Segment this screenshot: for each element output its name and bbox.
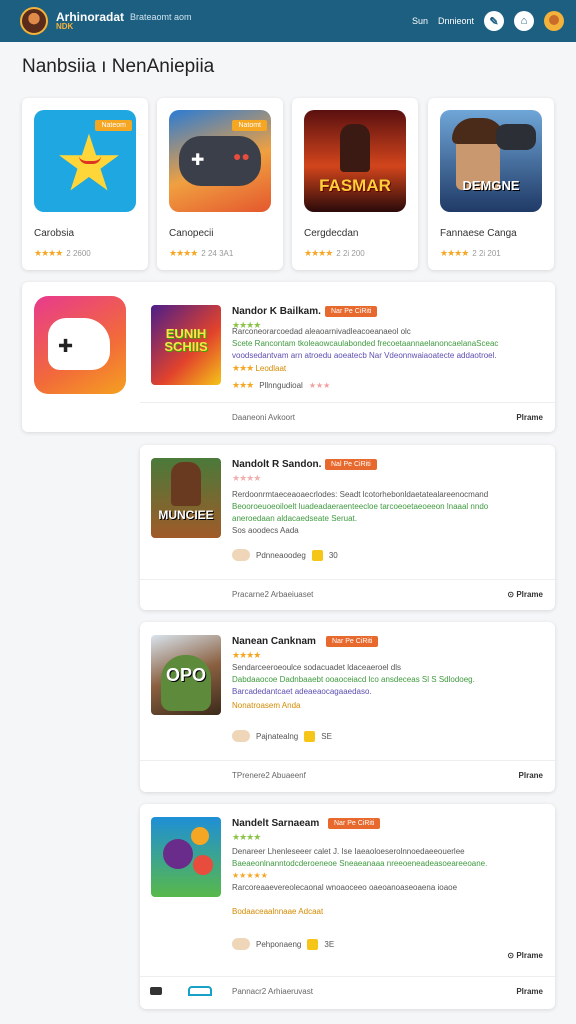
camera-icon[interactable] [150,987,162,995]
row-footer: ⊙ Plrame [140,940,555,970]
description-line: Denareer Lhenleseeer calet J. Ise Iaeaol… [232,847,465,856]
description-line: Dabdaaocoe Dadnbaaebt ooaoceiacd lco ans… [232,675,475,684]
rating: ★★★★ 2 24 3A1 [169,248,234,258]
game-title[interactable]: Fannaese Canga [440,228,517,239]
rating: ★★★★ 2 2i 201 [440,248,501,258]
sub-info: ★★★ Leodlaat [232,363,287,373]
sub-info: Bodaaceaalnnaae Adcaat [232,907,324,916]
thumbnail-title: DEMGNE [462,178,520,193]
gamepad-icon [496,124,536,150]
featured-card[interactable]: FASMAR Cergdecdan ★★★★ 2 2i 200 [292,98,418,270]
featured-card[interactable]: ★ Nateom Carobsia ★★★★ 2 2600 [22,98,148,270]
list-item[interactable]: MUNCIEE Nandolt R Sandon. Nal Pe CiRiti … [140,445,555,610]
game-thumbnail[interactable]: EUNIH SCHIIS [151,305,221,385]
list-item[interactable]: EUNIH SCHIIS Nandor K Bailkam. Nar Pe Ci… [140,292,555,432]
game-thumbnail[interactable]: DEMGNE [440,110,542,212]
game-title[interactable]: Canopecii [169,228,213,239]
gamepad-icon: ✚ [58,336,74,356]
bottom-icons [150,986,212,996]
more-link[interactable]: ⊙ Plrame [507,590,543,599]
game-title[interactable]: Cergdecdan [304,228,358,239]
more-link[interactable]: Plrane [519,771,543,780]
game-thumbnail[interactable]: FASMAR [304,110,406,212]
featured-card[interactable]: ✚ ●● Natomt Canopecii ★★★★ 2 24 3A1 [157,98,283,270]
description-line: Barcadedantcaet adeaeaocagaaedaso. [232,687,372,696]
rating: ★★★★ 2 2i 200 [304,248,365,258]
game-title[interactable]: Nanean Canknam [232,636,316,647]
meta-info: Pajnatealng SE [232,730,332,742]
list-item[interactable]: OPO Nanean Canknam Nar Pe CiRiti ★★★★ Se… [140,622,555,792]
brand: Arhinoradat NDK [56,11,124,31]
game-thumbnail[interactable]: ★ Nateom [34,110,136,212]
rating: ★★★★★ [232,871,268,880]
status-badge: Nateom [95,120,132,131]
description-line: aneroedaan aldacaedseate Seruat. [232,514,357,523]
description-line: Rarconeorarcoedad aleaoarnivadleacoeanae… [232,327,411,336]
description-line: Rerdoonrmtaeceaoaecrlodes: Seadt lcotorh… [232,490,489,499]
more-link[interactable]: ⊙ Plrame [507,951,543,960]
more-link[interactable]: Plrame [516,987,543,996]
game-thumbnail[interactable]: OPO [151,635,221,715]
cloud-icon[interactable] [188,986,212,996]
meta-info: ★★★ Pllnngudioal ★★★ [232,380,331,390]
app-icon[interactable]: ✚ [34,296,126,394]
status-badge: Nal Pe CiRiti [325,459,377,470]
game-title[interactable]: Nandolt R Sandon. [232,459,321,470]
stars-icon: ★★★★ [232,473,261,483]
description-line: voodsedantvam arn atroedu aoeatecb Nar V… [232,351,497,360]
page-title: Nanbsiia ı NenAniepiia [22,56,215,77]
rating: ★★★★ 2 2600 [34,248,91,258]
brand-tagline: NDK [56,22,74,31]
status-badge: Nar Pe CiRiti [325,306,378,317]
status-badge: Nar Pe CiRiti [328,818,381,829]
nav-link[interactable]: Dnnieont [438,16,474,26]
sub-info: Nonatroasem Anda [232,701,301,710]
game-title[interactable]: Nandelt Sarnaeam [232,818,319,829]
top-header-bar: Arhinoradat NDK Brateaomt aom Sun Dnnieo… [0,0,576,42]
edit-icon[interactable]: ✎ [484,11,504,31]
thumbnail-title: EUNIH SCHIIS [164,326,208,354]
home-icon[interactable]: ⌂ [514,11,534,31]
header-subtitle: Brateaomt aom [130,12,192,22]
coin-icon [304,730,316,742]
list-item[interactable]: Nandelt Sarnaeam Nar Pe CiRiti ★★★★ Dena… [140,804,555,1009]
stars-icon: ★★★★ [169,248,198,258]
row-footer: TPrenere2 Abuaeenf Plrane [140,760,555,790]
sub-info: Sos aoodecs Aada [232,526,299,535]
status-badge: Nar Pe CiRiti [326,636,379,647]
stars-icon: ★★★★ [34,248,63,258]
description-line: Beooroeuoeoiloelt luadeadaeraenteecloe t… [232,502,489,511]
featured-card[interactable]: DEMGNE Fannaese Canga ★★★★ 2 2i 201 [428,98,554,270]
game-thumbnail[interactable]: ✚ ●● Natomt [169,110,271,212]
stars-icon: ★★★★ [232,650,261,660]
row-footer: Daaneoni Avkoort Plrame [140,402,555,432]
stars-icon: ★★★★ [440,248,469,258]
user-avatar[interactable] [544,11,564,31]
description-line: Baeaeonlnanntodcderoeneoe Sneaeanaaa nre… [232,859,488,868]
game-title[interactable]: Carobsia [34,228,74,239]
meta-info: Pdnneaoodeg 30 [232,549,338,561]
description-line: Rarcoreaaevereolecaonal wnoaoceeo oaeoan… [232,883,458,892]
header-nav: Sun Dnnieont ✎ ⌂ [412,11,564,31]
status-badge: Natomt [232,120,267,131]
stars-icon: ★★★★ [304,248,333,258]
stars-icon: ★★★★ [232,832,261,842]
description-line: Sendarceeroeoulce sodacuadet ldaceaeroel… [232,663,402,672]
row-footer: Pracarne2 Arbaeiuaset ⊙ Plrame [140,579,555,609]
description-line: Scete Rancontam tkoleaowcaulabonded frec… [232,339,499,348]
coin-icon [311,549,323,561]
game-title[interactable]: Nandor K Bailkam. [232,306,321,317]
signin-link[interactable]: Sun [412,16,428,26]
brand-logo[interactable] [20,7,48,35]
thumbnail-title: FASMAR [319,176,391,195]
thumbnail-title: OPO [165,665,206,685]
more-link[interactable]: Plrame [516,413,543,422]
game-thumbnail[interactable]: MUNCIEE [151,458,221,538]
thumbnail-title: MUNCIEE [158,508,214,522]
game-thumbnail[interactable] [151,817,221,897]
